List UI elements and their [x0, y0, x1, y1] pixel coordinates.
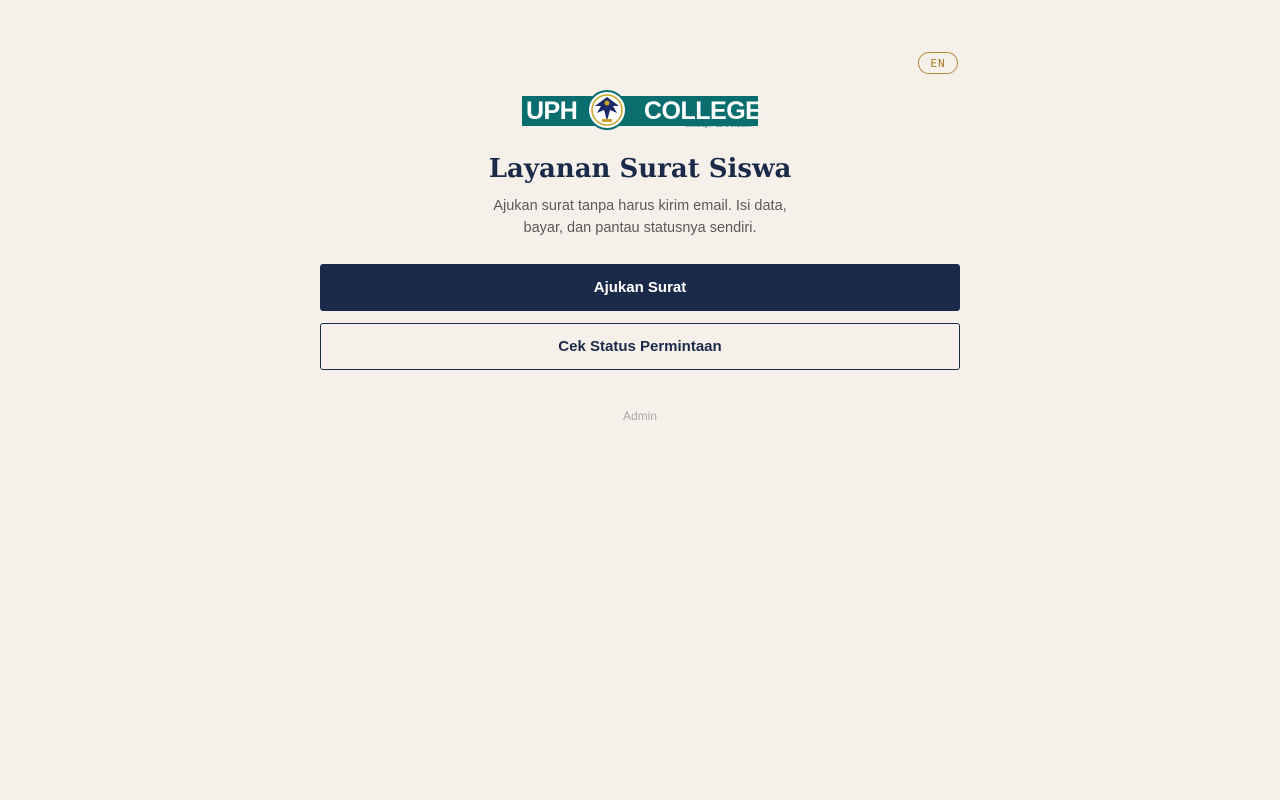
logo-text-uph: UPH [526, 97, 578, 125]
page-title: Layanan Surat Siswa [488, 154, 792, 184]
admin-link[interactable]: Admin [590, 407, 690, 425]
submit-letter-button[interactable]: Ajukan Surat [320, 264, 960, 311]
eagle-emblem-icon [587, 90, 627, 130]
page-subtitle: Ajukan surat tanpa harus kirim email. Is… [493, 198, 787, 236]
logo-tagline: Knowledge, Faith & Character [685, 123, 752, 129]
logo-text-college: COLLEGE [644, 97, 762, 125]
uph-college-logo: UPH COLLEGE Knowledge, Faith & Character [522, 89, 762, 131]
check-request-status-button[interactable]: Cek Status Permintaan [320, 323, 960, 370]
language-toggle-button[interactable]: EN [918, 52, 958, 74]
page: EN UPH COLLEGE Knowledge, Faith & Charac… [0, 0, 1280, 800]
